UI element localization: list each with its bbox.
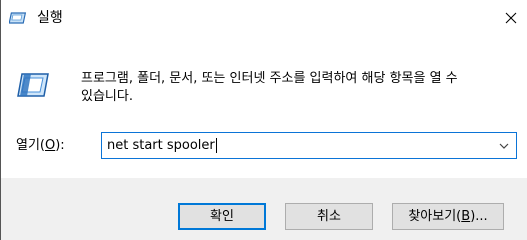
chevron-down-icon[interactable] <box>498 140 510 152</box>
instruction-text: 프로그램, 폴더, 문서, 또는 인터넷 주소를 입력하여 해당 항목을 열 수… <box>81 71 458 104</box>
open-label-prefix: 열기( <box>16 138 45 153</box>
cancel-button[interactable]: 취소 <box>285 203 373 230</box>
open-label-suffix: ): <box>55 138 65 153</box>
run-dialog: 실행 프로그램, 폴더, 문서, 또는 인터넷 주소를 입력하여 해당 항목을 … <box>0 0 527 240</box>
run-program-icon <box>17 73 49 97</box>
browse-label-suffix: )... <box>470 209 488 224</box>
title-bar[interactable]: 실행 <box>1 0 527 36</box>
open-combobox[interactable] <box>101 132 517 159</box>
command-input[interactable] <box>102 133 482 158</box>
window-title: 실행 <box>37 10 63 26</box>
close-button[interactable] <box>494 0 527 36</box>
open-label: 열기(O): <box>16 137 65 155</box>
run-dialog-icon <box>9 12 27 24</box>
close-icon <box>505 12 517 24</box>
browse-label-accesskey: B <box>461 209 471 224</box>
ok-button[interactable]: 확인 <box>178 203 266 230</box>
dialog-content: 프로그램, 폴더, 문서, 또는 인터넷 주소를 입력하여 해당 항목을 열 수… <box>1 36 527 178</box>
text-caret <box>215 138 217 153</box>
browse-label-prefix: 찾아보기( <box>408 209 462 224</box>
open-label-accesskey: O <box>45 138 56 153</box>
browse-button[interactable]: 찾아보기(B)... <box>392 203 504 230</box>
